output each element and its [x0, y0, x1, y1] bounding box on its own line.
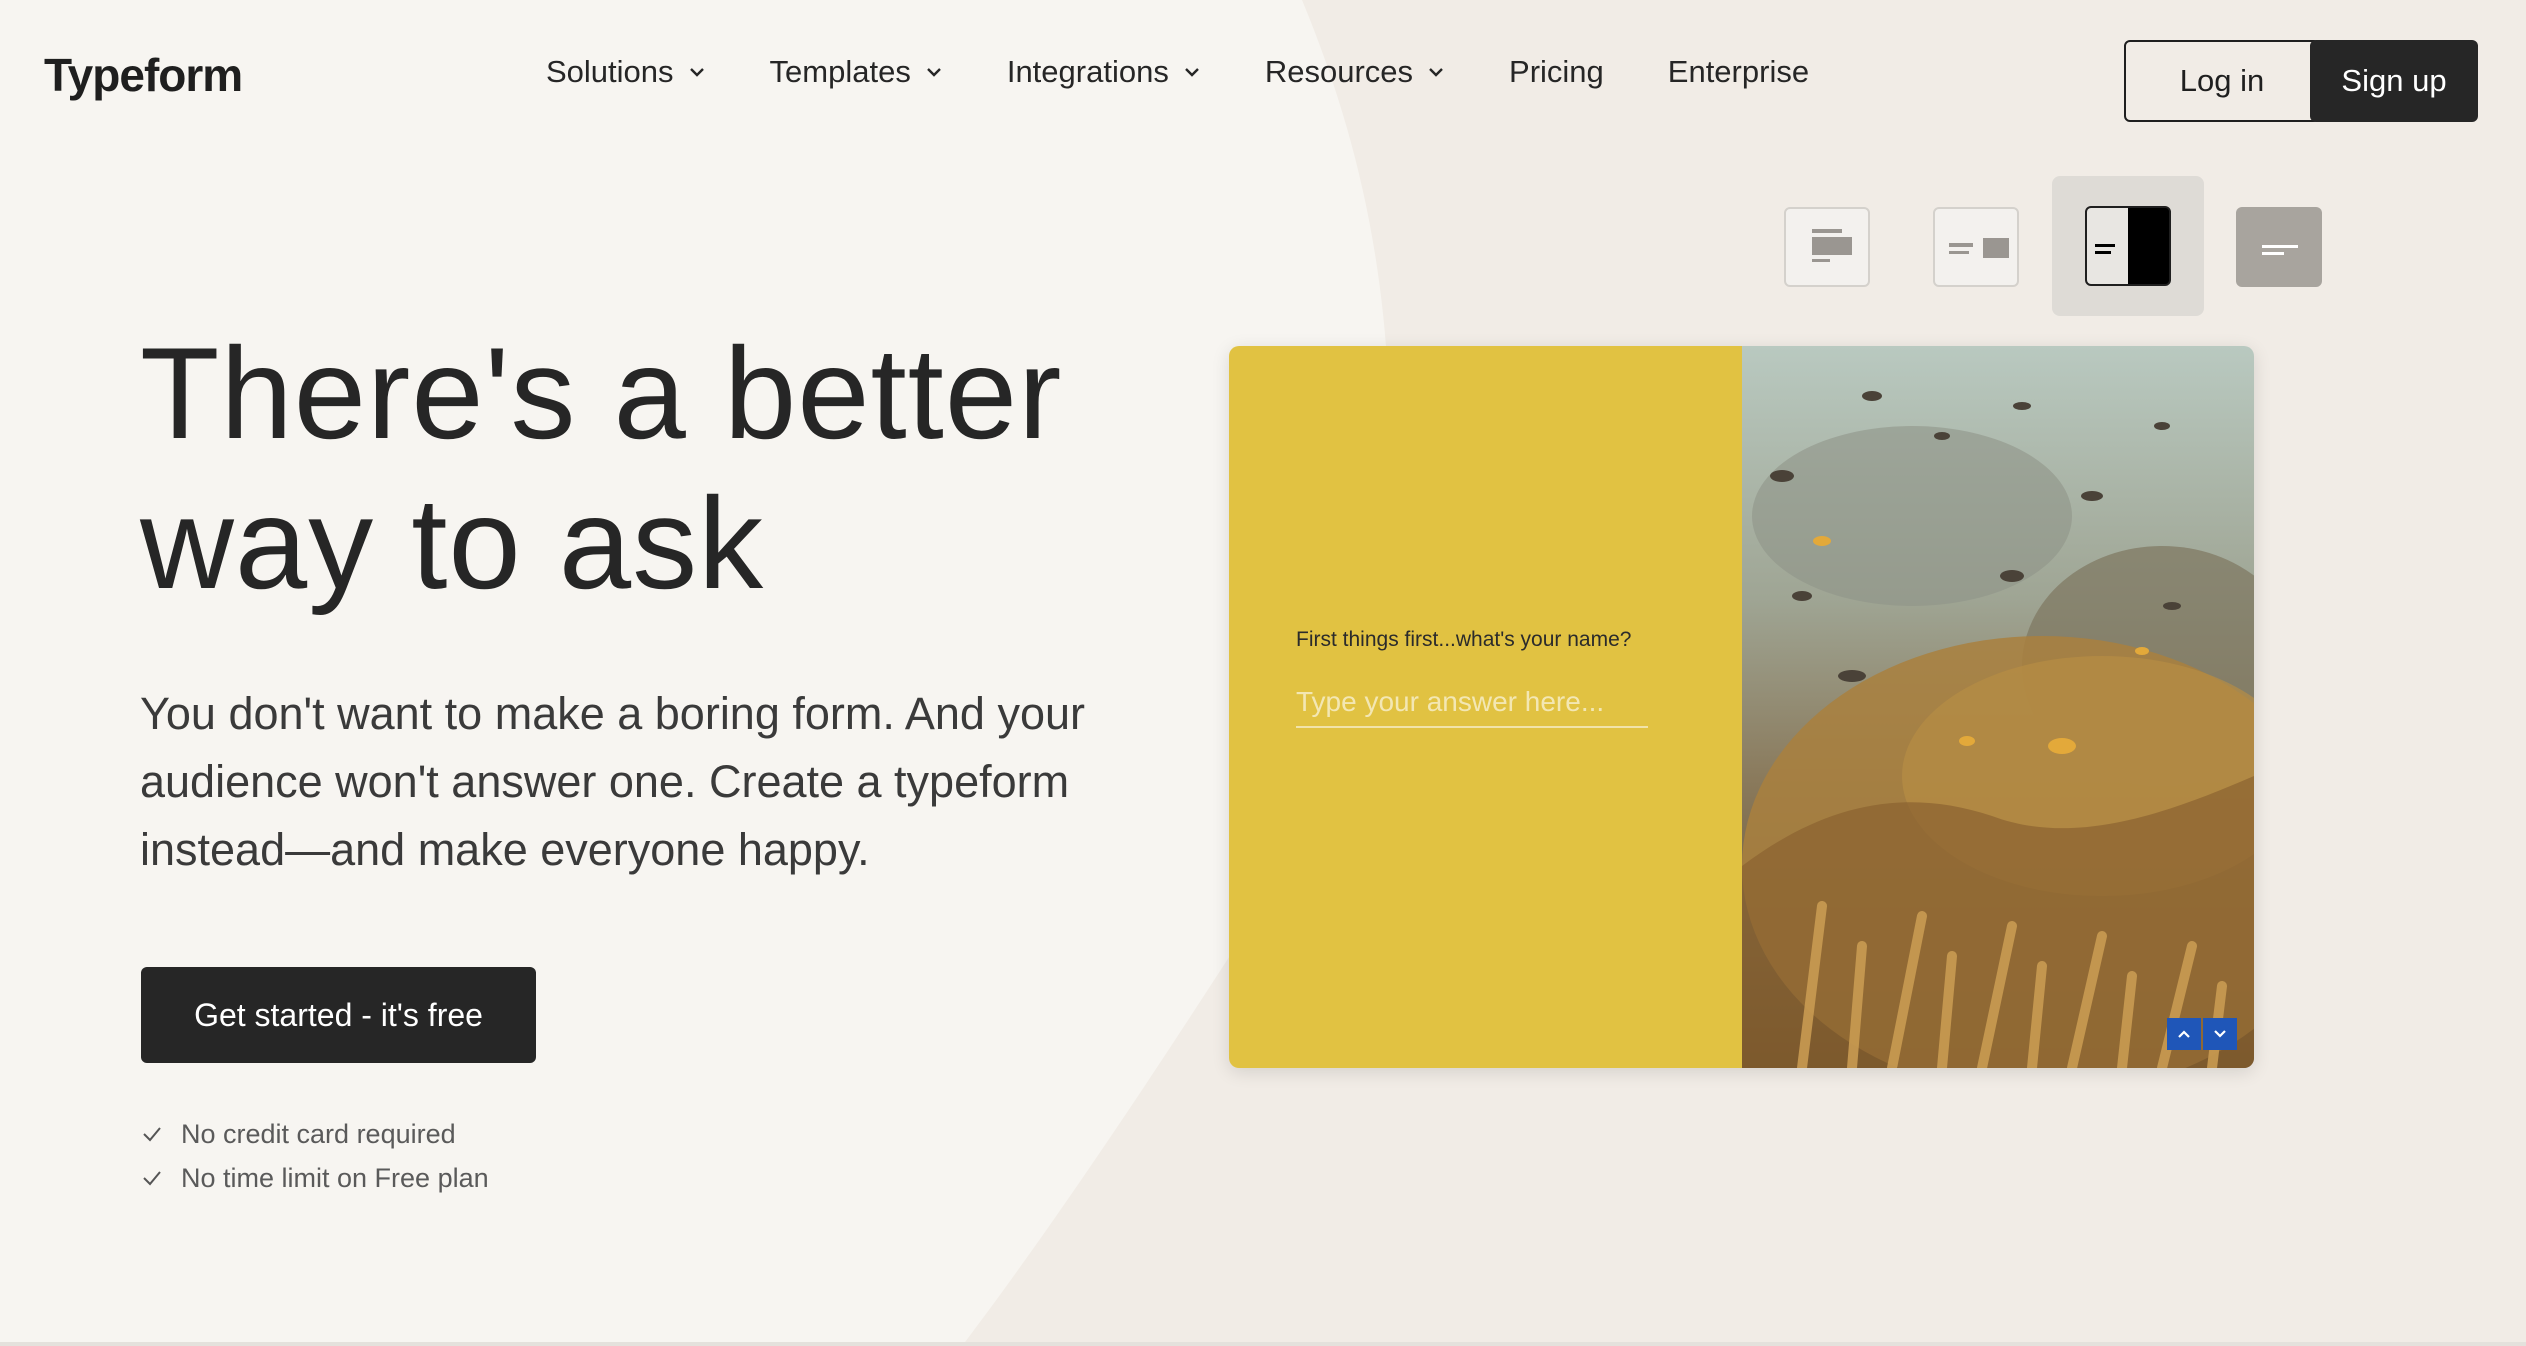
nav-solutions[interactable]: Solutions — [546, 54, 706, 90]
nav-enterprise-label: Enterprise — [1667, 54, 1810, 89]
chevron-up-icon — [2178, 1030, 2190, 1038]
coral-reef-image — [1742, 346, 2254, 1068]
get-started-button[interactable]: Get started - it's free — [141, 967, 536, 1063]
nav-templates-label: Templates — [769, 54, 911, 89]
split-half-layout-icon — [2087, 208, 2169, 284]
nav-templates[interactable]: Templates — [770, 54, 943, 90]
list-item: No credit card required — [141, 1112, 489, 1156]
stack-layout-icon — [1812, 229, 1852, 262]
previous-button[interactable] — [2167, 1018, 2201, 1050]
next-button[interactable] — [2203, 1018, 2237, 1050]
benefits-list: No credit card required No time limit on… — [141, 1112, 489, 1200]
nav-solutions-label: Solutions — [546, 54, 674, 89]
nav-pricing-label: Pricing — [1509, 54, 1604, 89]
hero-subtext: You don't want to make a boring form. An… — [140, 688, 1085, 875]
nav-integrations-label: Integrations — [1006, 54, 1169, 89]
nav-integrations[interactable]: Integrations — [1007, 54, 1201, 90]
check-icon — [143, 1171, 161, 1186]
login-button[interactable]: Log in — [2124, 40, 2320, 122]
benefit-text: No credit card required — [181, 1118, 456, 1149]
list-item: No time limit on Free plan — [141, 1156, 489, 1200]
check-icon — [143, 1127, 161, 1142]
signup-button[interactable]: Sign up — [2310, 40, 2478, 122]
bottom-divider — [0, 1342, 2526, 1346]
headline-line-2: way to ask — [140, 470, 765, 616]
chevron-down-icon — [1429, 68, 1443, 77]
chevron-down-icon — [1184, 68, 1199, 77]
answer-input[interactable] — [1296, 686, 1648, 728]
preview-question: First things first...what's your name? — [1296, 628, 1632, 651]
headline-line-1: There's a better — [140, 320, 1063, 466]
layout-option-stack[interactable] — [1784, 207, 1870, 287]
nav-enterprise[interactable]: Enterprise — [1668, 54, 1809, 90]
form-preview: First things first...what's your name? — [1229, 346, 2254, 1068]
chevron-down-icon — [2214, 1030, 2226, 1038]
nav-resources[interactable]: Resources — [1265, 54, 1445, 90]
form-nav-arrows — [2167, 1018, 2237, 1050]
layout-option-split-right[interactable] — [1933, 207, 2019, 287]
nav-pricing[interactable]: Pricing — [1509, 54, 1604, 90]
layout-option-float[interactable] — [2236, 207, 2322, 287]
hero-headline: There's a better way to ask — [140, 318, 1140, 618]
benefit-text: No time limit on Free plan — [181, 1162, 489, 1193]
float-layout-icon — [2262, 245, 2298, 255]
main-nav: Solutions Templates Integrations Resourc… — [546, 54, 1873, 90]
typeform-logo[interactable]: Typeform — [44, 48, 243, 102]
layout-option-split-half[interactable] — [2085, 206, 2171, 286]
chevron-down-icon — [926, 68, 941, 77]
split-right-layout-icon — [1949, 238, 2009, 258]
chevron-down-icon — [689, 68, 704, 77]
preview-form-panel: First things first...what's your name? — [1229, 346, 1742, 1068]
nav-resources-label: Resources — [1264, 54, 1414, 89]
